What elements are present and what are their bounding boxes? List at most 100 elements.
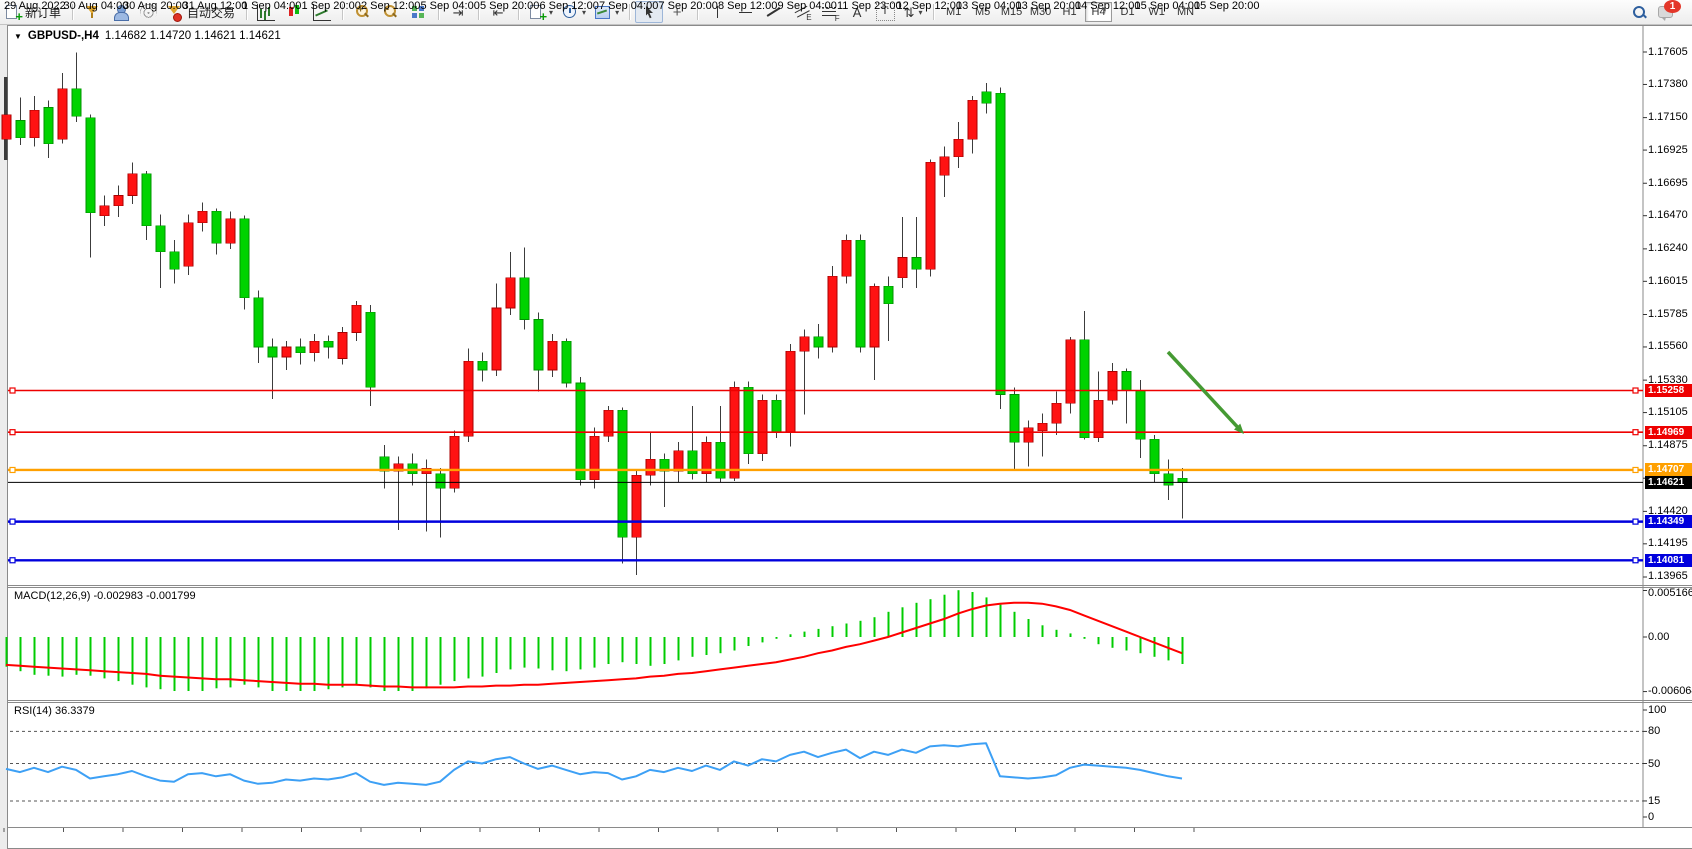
candle-body — [464, 361, 473, 436]
candle-body — [800, 337, 809, 351]
candle-body — [590, 436, 599, 479]
candle-body — [940, 157, 949, 176]
time-axis-label: 9 Sep 04:00 — [778, 0, 837, 12]
time-axis-label: 8 Sep 12:00 — [718, 0, 777, 12]
candle-body — [268, 347, 277, 357]
candle-body — [366, 312, 375, 387]
price-tick-label: 1.17150 — [1648, 111, 1688, 123]
candle-body — [254, 298, 263, 347]
price-tick-label: 1.16470 — [1648, 209, 1688, 221]
candle-body — [562, 341, 571, 383]
current-price-badge: 1.14621 — [1645, 476, 1692, 489]
time-axis-label: 7 Sep 20:00 — [659, 0, 718, 12]
candle-body — [534, 320, 543, 370]
candle-body — [982, 92, 991, 104]
price-tick-label: 1.13965 — [1648, 570, 1688, 582]
candle-body — [996, 93, 1005, 394]
candle-body — [1024, 428, 1033, 442]
candle-body — [1010, 395, 1019, 443]
price-tick-label: 1.15560 — [1648, 340, 1688, 352]
candle-body — [2, 115, 11, 140]
line-handle[interactable] — [1633, 467, 1638, 472]
candle-body — [1052, 403, 1061, 423]
price-tick-label: 1.16925 — [1648, 144, 1688, 156]
candle-body — [548, 341, 557, 370]
price-tick-label: 1.14875 — [1648, 439, 1688, 451]
candle-body — [324, 341, 333, 347]
candle-body — [758, 400, 767, 453]
time-axis-label: 1 Sep 04:00 — [242, 0, 301, 12]
candle-body — [576, 383, 585, 480]
price-tick-label: 1.16015 — [1648, 275, 1688, 287]
time-axis-label: 29 Aug 2022 — [4, 0, 66, 12]
candle-body — [898, 258, 907, 278]
mt4-trading-app: 新订单 自动交易 — [0, 0, 1692, 848]
candle-body — [520, 278, 529, 320]
hline-price-badge: 1.14707 — [1645, 463, 1692, 476]
candle-body — [450, 436, 459, 488]
candle-body — [282, 347, 291, 357]
hline-price-badge: 1.14969 — [1645, 426, 1692, 439]
candle-body — [352, 305, 361, 332]
rsi-line — [6, 743, 1182, 785]
candle-body — [618, 410, 627, 537]
time-axis-label: 2 Sep 12:00 — [361, 0, 420, 12]
candle-body — [1150, 439, 1159, 474]
candle-body — [968, 100, 977, 139]
candle-body — [1038, 423, 1047, 430]
candle-body — [226, 219, 235, 244]
time-axis-label: 13 Sep 20:00 — [1016, 0, 1081, 12]
time-axis-label: 14 Sep 12:00 — [1075, 0, 1140, 12]
candle-body — [30, 110, 39, 137]
price-tick-label: 1.15105 — [1648, 406, 1688, 418]
candle-body — [632, 475, 641, 537]
price-tick-label: 1.17380 — [1648, 78, 1688, 90]
time-axis-label: 11 Sep 23:00 — [837, 0, 902, 12]
candle-body — [184, 223, 193, 266]
line-handle[interactable] — [10, 467, 15, 472]
line-handle[interactable] — [10, 519, 15, 524]
rsi-tick-label: 100 — [1648, 704, 1666, 716]
chart-dropdown-icon[interactable]: ▼ — [14, 32, 22, 41]
rsi-tick-label: 0 — [1648, 811, 1654, 823]
time-axis-label: 30 Aug 20:00 — [123, 0, 188, 12]
line-handle[interactable] — [1633, 388, 1638, 393]
hline-price-badge: 1.14081 — [1645, 554, 1692, 567]
candle-body — [44, 108, 53, 144]
price-tick-label: 1.17605 — [1648, 46, 1688, 58]
price-tick-label: 1.16240 — [1648, 242, 1688, 254]
line-handle[interactable] — [10, 558, 15, 563]
rsi-value: 36.3379 — [55, 705, 95, 717]
candle-body — [296, 347, 305, 353]
horizontal-lines — [8, 388, 1643, 563]
line-handle[interactable] — [1633, 558, 1638, 563]
price-tick-label: 1.16695 — [1648, 177, 1688, 189]
candle-body — [492, 308, 501, 370]
line-handle[interactable] — [1633, 430, 1638, 435]
time-axis-label: 7 Sep 04:00 — [599, 0, 658, 12]
line-handle[interactable] — [1633, 519, 1638, 524]
time-axis-label: 5 Sep 04:00 — [421, 0, 480, 12]
candle-body — [646, 459, 655, 475]
candle-body — [786, 351, 795, 432]
time-axis-label: 15 Sep 04:00 — [1135, 0, 1200, 12]
candle-body — [240, 219, 249, 298]
candle-body — [674, 451, 683, 471]
candle-body — [212, 211, 221, 243]
candle-body — [58, 89, 67, 139]
chart-canvas[interactable] — [0, 0, 1692, 848]
line-handle[interactable] — [10, 388, 15, 393]
candle-body — [716, 442, 725, 478]
candle-body — [1178, 478, 1187, 482]
macd-tick-label: -0.006064 — [1648, 685, 1692, 697]
candle-body — [926, 162, 935, 269]
candle-body — [114, 196, 123, 206]
macd-name: MACD(12,26,9) — [14, 590, 90, 602]
line-handle[interactable] — [10, 430, 15, 435]
candle-body — [842, 240, 851, 276]
candle-body — [72, 89, 81, 116]
candle-body — [912, 258, 921, 270]
candle-body — [478, 361, 487, 370]
hline-price-badge: 1.15258 — [1645, 384, 1692, 397]
candle-body — [870, 286, 879, 347]
